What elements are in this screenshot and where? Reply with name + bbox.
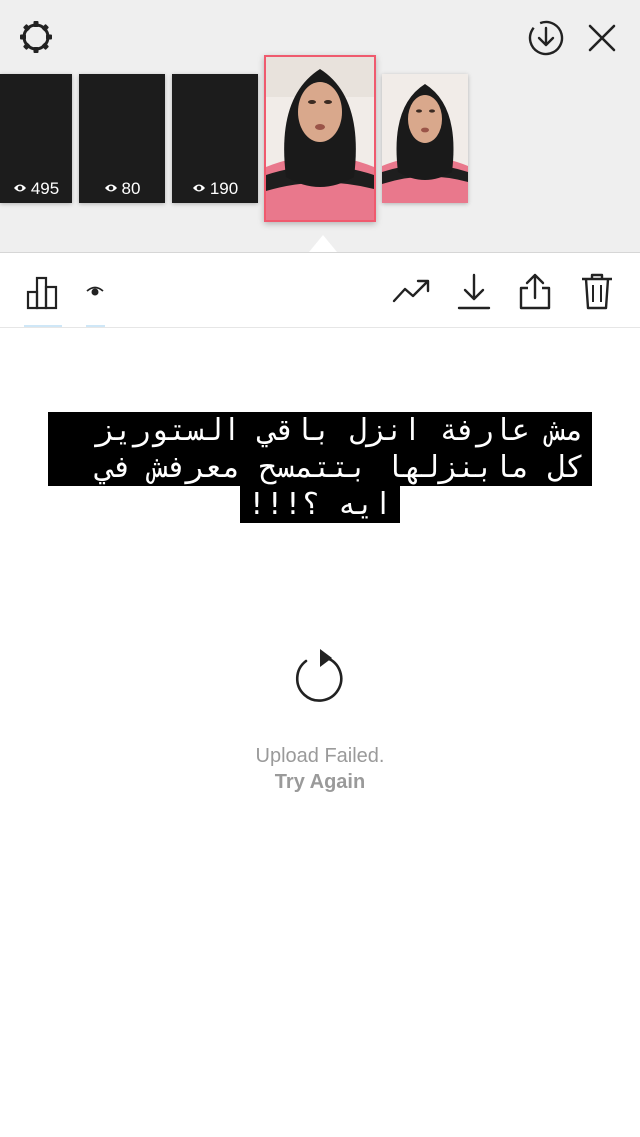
download-button[interactable] <box>454 270 494 312</box>
story-photo <box>382 74 468 203</box>
share-icon <box>519 273 551 310</box>
trash-icon <box>582 273 612 310</box>
delete-button[interactable] <box>576 270 618 312</box>
story-thumbnail[interactable]: 190 <box>172 74 258 203</box>
eye-icon <box>86 286 104 296</box>
refresh-icon <box>295 649 343 702</box>
story-caption: مش عارفة انزل باقي الستوريز كل مابنزلها … <box>0 412 640 523</box>
bar-chart-icon <box>26 276 58 310</box>
eye-icon <box>13 179 27 199</box>
try-again-link[interactable]: Try Again <box>0 771 640 794</box>
insights-button[interactable] <box>22 270 64 312</box>
insights-tab-indicator <box>24 325 62 327</box>
story-thumbnail[interactable]: 495 <box>0 74 72 203</box>
caption-line: مش عارفة انزل باقي الستوريز <box>48 412 592 449</box>
share-button[interactable] <box>514 270 556 312</box>
story-thumbnail[interactable] <box>382 74 468 203</box>
view-count: 190 <box>172 179 258 199</box>
viewers-button[interactable] <box>84 280 106 302</box>
caption-line: ايه ؟!!! <box>239 486 401 523</box>
view-count: 80 <box>79 179 165 199</box>
eye-icon <box>192 179 206 199</box>
download-icon <box>457 273 491 310</box>
eye-icon <box>104 179 118 199</box>
retry-button[interactable] <box>290 646 350 706</box>
trend-up-icon <box>392 279 430 303</box>
story-photo <box>266 57 374 220</box>
promote-button[interactable] <box>390 272 432 310</box>
caption-line: كل مابنزلها بتتمسح معرفش في <box>48 449 592 486</box>
selection-pointer <box>309 235 337 252</box>
story-thumbnail[interactable]: 80 <box>79 74 165 203</box>
viewers-tab-indicator <box>86 325 105 327</box>
upload-status: Upload Failed. <box>255 745 385 767</box>
view-count: 495 <box>0 179 72 199</box>
selected-story-thumbnail[interactable] <box>264 55 376 222</box>
